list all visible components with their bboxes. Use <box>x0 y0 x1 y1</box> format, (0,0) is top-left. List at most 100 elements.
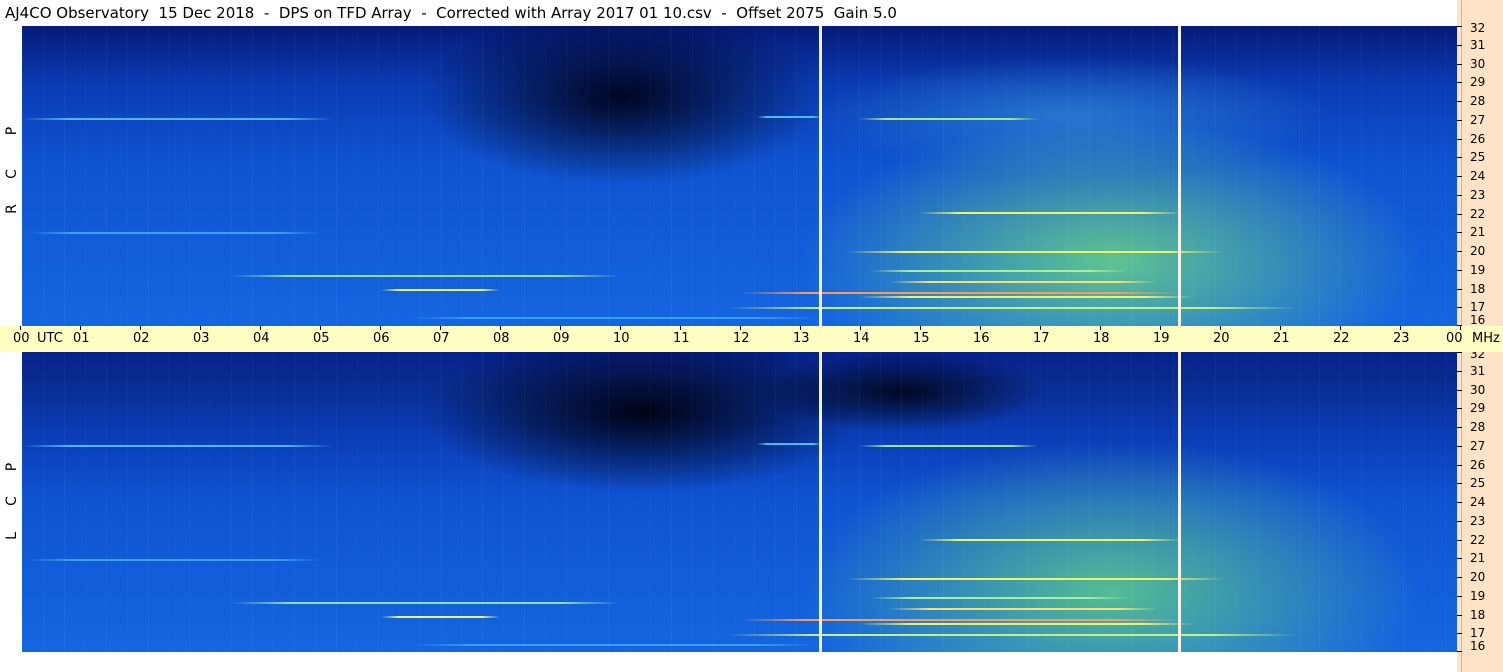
spectrogram-texture <box>1340 352 1341 652</box>
spectrogram-texture <box>210 352 211 652</box>
spectrogram-texture <box>1214 352 1216 652</box>
data-gap-line <box>819 26 823 326</box>
utc-tick <box>860 326 861 330</box>
mhz-tick <box>1457 63 1462 65</box>
interference-streak <box>918 211 1182 214</box>
spectrogram-texture <box>105 26 107 326</box>
mhz-tick-label: 24 <box>1470 169 1486 183</box>
spectrogram-texture <box>880 26 881 326</box>
mhz-tick-label: 16 <box>1470 313 1486 327</box>
spectrogram-texture <box>503 26 504 326</box>
interference-streak <box>871 596 1129 599</box>
spectrogram-texture <box>838 26 839 326</box>
spectrogram-texture <box>63 26 65 326</box>
spectrogram-texture <box>1319 352 1321 652</box>
mhz-tick <box>1457 157 1462 159</box>
mhz-tick-label: 22 <box>1470 532 1486 547</box>
spectrogram-texture <box>1257 352 1258 652</box>
mhz-tick <box>1457 352 1462 353</box>
utc-tick <box>1040 326 1041 330</box>
mhz-tick-label: 17 <box>1470 300 1486 315</box>
spectrogram-texture <box>85 26 86 326</box>
spectrogram-texture <box>252 352 254 652</box>
utc-tick <box>140 326 141 330</box>
mhz-tick <box>1457 44 1462 46</box>
utc-tick-label: 02 <box>133 331 150 346</box>
spectrogram-texture <box>629 352 630 652</box>
mhz-tick <box>1457 288 1462 290</box>
spectrogram-texture <box>734 352 735 652</box>
spectrogram-texture <box>147 352 149 652</box>
utc-tick <box>680 326 681 330</box>
spectrogram-texture <box>796 26 798 326</box>
spectrogram-texture <box>1445 352 1447 652</box>
mhz-tick <box>1457 558 1462 560</box>
mhz-tick-label: 22 <box>1470 206 1486 221</box>
mhz-tick-label: 20 <box>1470 244 1486 258</box>
utc-tick-label: 23 <box>1393 331 1410 346</box>
spectrogram-texture <box>629 26 630 326</box>
utc-tick-label: 11 <box>673 331 690 346</box>
mhz-tick-label: 23 <box>1470 187 1486 202</box>
interference-streak <box>727 307 1296 310</box>
mhz-tick-label: 20 <box>1470 570 1486 584</box>
mhz-tick <box>1457 483 1462 485</box>
mhz-tick <box>1457 595 1462 597</box>
interference-streak <box>380 288 501 291</box>
spectrogram-texture <box>1236 26 1237 326</box>
rcp-letter: C <box>4 169 20 179</box>
utc-tick-label: 12 <box>733 331 750 346</box>
utc-tick <box>980 326 981 330</box>
spectrogram-texture <box>922 352 923 652</box>
spectrogram-texture <box>1047 352 1048 652</box>
interference-streak <box>727 634 1296 637</box>
utc-tick-label: 00 <box>1446 331 1463 346</box>
utc-tick-label: 06 <box>373 331 390 346</box>
interference-streak <box>739 292 1182 295</box>
spectrogram-texture <box>1278 26 1279 326</box>
utc-tick-label: 05 <box>313 331 330 346</box>
spectrogram-texture <box>273 352 274 652</box>
spectrogram-texture <box>1299 352 1300 652</box>
utc-tick <box>1100 326 1101 330</box>
utc-tick-label: 03 <box>193 331 210 346</box>
mhz-tick-label: 19 <box>1470 262 1486 277</box>
utc-tick-label: 00 <box>13 331 30 346</box>
spectrogram-texture <box>545 352 546 652</box>
spectrogram-texture <box>294 352 296 652</box>
chart-title: AJ4CO Observatory 15 Dec 2018 - DPS on T… <box>5 4 897 22</box>
spectrogram-texture <box>566 26 568 326</box>
mhz-tick <box>1457 82 1462 84</box>
spectrogram-texture <box>880 352 881 652</box>
interference-streak <box>410 643 818 646</box>
utc-tick-label: 13 <box>793 331 810 346</box>
interference-streak <box>847 251 1224 253</box>
spectrogram-texture <box>315 352 316 652</box>
spectrogram-texture <box>1340 26 1341 326</box>
mhz-tick-label: 31 <box>1470 363 1486 378</box>
rcp-letter: P <box>4 126 20 136</box>
spectrogram-texture <box>1403 26 1405 326</box>
spectrogram-texture <box>231 26 232 326</box>
spectrogram-texture <box>1152 352 1153 652</box>
mhz-tick <box>1457 119 1462 121</box>
frequency-axis-rcp: 16 17 18 19 20 21 22 23 24 25 26 27 28 29 30 31 32 <box>1457 22 1503 327</box>
mhz-tick-label: 21 <box>1470 551 1486 566</box>
utc-tick-label: 21 <box>1273 331 1290 346</box>
spectrogram-texture <box>127 352 128 652</box>
utc-tick-label: 20 <box>1213 331 1230 346</box>
interference-streak <box>27 232 321 235</box>
utc-tick-label: 15 <box>913 331 930 346</box>
utc-tick <box>740 326 741 330</box>
utc-tick <box>500 326 501 330</box>
interference-streak <box>859 623 1194 625</box>
spectrogram-texture <box>1089 352 1091 652</box>
mhz-tick <box>1457 539 1462 541</box>
spectrogram-texture <box>1361 352 1363 652</box>
spectrogram-texture <box>1194 352 1195 652</box>
spectrogram-texture <box>461 26 462 326</box>
spectrogram-texture <box>189 352 191 652</box>
spectrogram-texture <box>377 352 379 652</box>
utc-tick-label: 22 <box>1333 331 1350 346</box>
spectrogram-texture <box>210 26 211 326</box>
